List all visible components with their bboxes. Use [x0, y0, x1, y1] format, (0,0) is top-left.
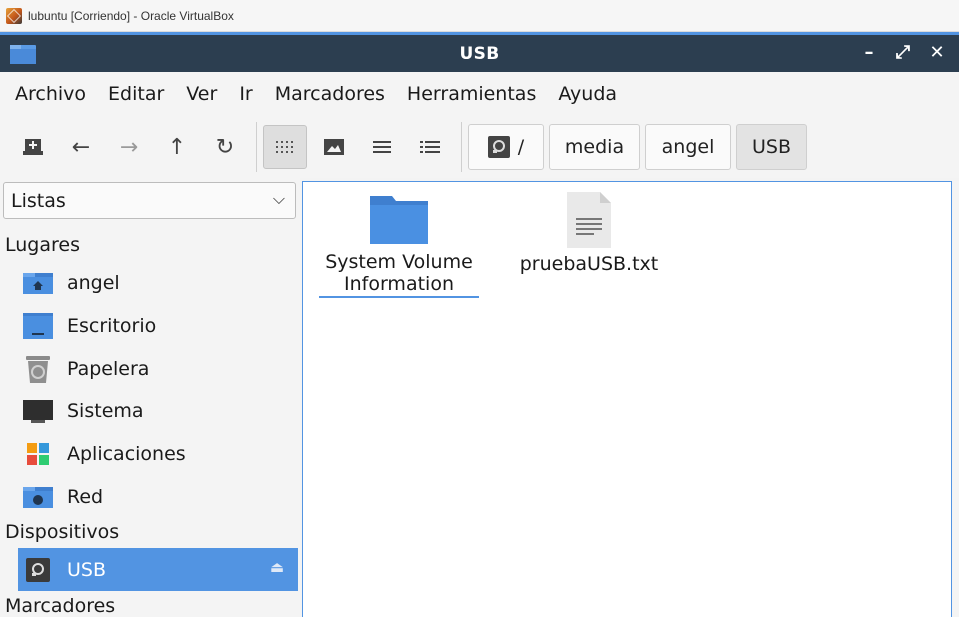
menu-ver[interactable]: Ver: [177, 83, 226, 105]
path-root-label: /: [517, 136, 525, 158]
sidebar-view-value: Listas: [11, 189, 66, 212]
menu-ayuda[interactable]: Ayuda: [549, 83, 626, 105]
sidebar-item-label: USB: [67, 558, 107, 581]
sidebar-item-label: Red: [67, 486, 104, 508]
toolbar: ← → ↑ ↻ / media angel USB: [0, 116, 959, 178]
up-button[interactable]: ↑: [156, 126, 198, 168]
file-item-folder[interactable]: System Volume Information: [319, 192, 479, 298]
sidebar: Listas ⌵ Lugares angel Escritorio Papele…: [0, 178, 300, 617]
menu-editar[interactable]: Editar: [99, 83, 173, 105]
sidebar-item-aplicaciones[interactable]: Aplicaciones: [18, 433, 298, 475]
section-lugares: Lugares: [5, 234, 80, 256]
window-title: USB: [459, 43, 500, 64]
path-root-button[interactable]: /: [468, 124, 544, 170]
section-dispositivos: Dispositivos: [5, 521, 120, 543]
file-view[interactable]: System Volume Information pruebaUSB.txt: [302, 181, 952, 617]
menu-marcadores[interactable]: Marcadores: [266, 83, 394, 105]
thumbnail-view-button[interactable]: [313, 126, 355, 168]
menu-bar: Archivo Editar Ver Ir Marcadores Herrami…: [0, 72, 959, 116]
menu-ir[interactable]: Ir: [230, 83, 261, 105]
arrow-left-icon: ←: [71, 134, 91, 160]
window-title-bar[interactable]: USB – ⤢ ✕: [0, 32, 959, 72]
sidebar-item-red[interactable]: Red: [18, 476, 298, 518]
drive-icon: [22, 554, 54, 586]
virtualbox-window-title: lubuntu [Corriendo] - Oracle VirtualBox: [28, 8, 234, 23]
arrow-up-icon: ↑: [167, 134, 187, 160]
new-tab-button[interactable]: [12, 126, 54, 168]
folder-icon: [370, 196, 428, 244]
arrow-right-icon: →: [119, 134, 139, 160]
sidebar-item-usb[interactable]: USB ⏏: [18, 548, 298, 591]
close-button[interactable]: ✕: [929, 39, 945, 67]
sidebar-item-sistema[interactable]: Sistema: [18, 390, 298, 432]
reload-icon: ↻: [215, 134, 235, 160]
icon-view-button[interactable]: [263, 125, 307, 169]
network-folder-icon: [22, 481, 54, 513]
virtualbox-title-bar: lubuntu [Corriendo] - Oracle VirtualBox: [0, 0, 959, 32]
grid-icon: [276, 141, 293, 153]
sidebar-item-label: Aplicaciones: [67, 443, 186, 465]
toolbar-separator: [461, 122, 462, 172]
sidebar-item-label: Sistema: [67, 400, 144, 422]
path-segment-media[interactable]: media: [549, 124, 640, 170]
menu-herramientas[interactable]: Herramientas: [398, 83, 545, 105]
sidebar-item-papelera[interactable]: Papelera: [18, 348, 298, 390]
chevron-down-icon: ⌵: [272, 189, 285, 208]
minimize-button[interactable]: –: [861, 39, 877, 67]
computer-icon: [22, 395, 54, 427]
reload-button[interactable]: ↻: [204, 126, 246, 168]
section-marcadores: Marcadores: [5, 595, 116, 617]
desktop-folder-icon: [22, 310, 54, 342]
drive-icon: [487, 136, 510, 158]
sidebar-view-select[interactable]: Listas ⌵: [3, 182, 296, 219]
file-item-text[interactable]: pruebaUSB.txt: [509, 192, 669, 275]
trash-icon: [22, 353, 54, 385]
sidebar-item-label: angel: [67, 272, 120, 294]
text-file-icon: [567, 192, 611, 248]
file-name: System Volume Information: [319, 251, 479, 298]
forward-button[interactable]: →: [108, 126, 150, 168]
back-button[interactable]: ←: [60, 126, 102, 168]
path-segment-angel[interactable]: angel: [645, 124, 731, 170]
window-right-edge: [953, 181, 959, 617]
sidebar-item-angel[interactable]: angel: [18, 262, 298, 304]
home-folder-icon: [22, 267, 54, 299]
new-tab-icon: [23, 139, 43, 155]
detailed-list-icon: [420, 141, 440, 153]
menu-archivo[interactable]: Archivo: [6, 83, 95, 105]
detailed-view-button[interactable]: [409, 126, 451, 168]
file-name: pruebaUSB.txt: [519, 253, 659, 275]
applications-icon: [22, 438, 54, 470]
image-icon: [324, 139, 344, 155]
virtualbox-logo-icon: [6, 7, 22, 24]
sidebar-item-label: Escritorio: [67, 315, 157, 337]
folder-icon: [10, 45, 36, 64]
toolbar-separator: [256, 122, 257, 172]
path-segment-usb[interactable]: USB: [736, 124, 807, 170]
compact-view-button[interactable]: [361, 126, 403, 168]
list-icon: [373, 141, 391, 153]
maximize-button[interactable]: ⤢: [895, 39, 911, 67]
sidebar-item-label: Papelera: [67, 358, 150, 380]
sidebar-item-escritorio[interactable]: Escritorio: [18, 305, 298, 347]
eject-icon[interactable]: ⏏: [270, 558, 284, 576]
